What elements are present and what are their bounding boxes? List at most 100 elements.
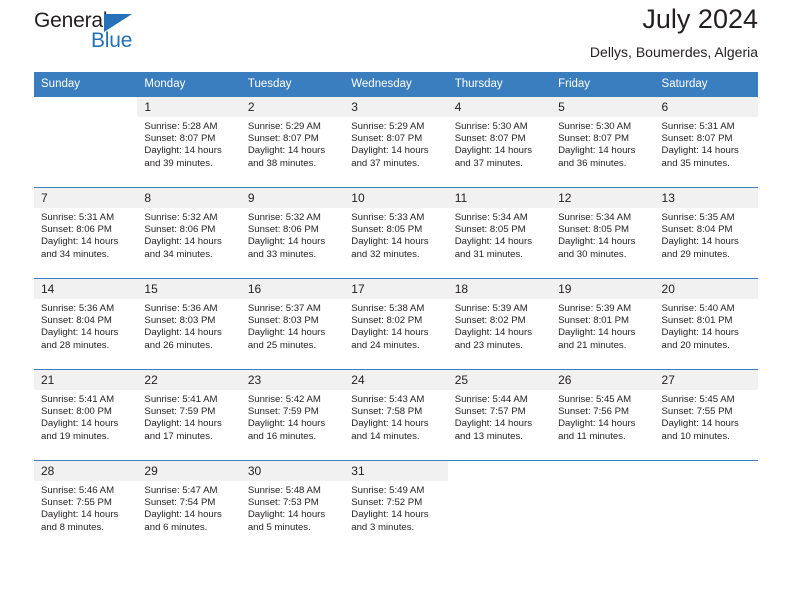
day-number: 5 [551,97,655,117]
day-cell-inner: 22 Sunrise: 5:41 AM Sunset: 7:59 PM Dayligh… [137,370,241,460]
day-sun-info: Sunrise: 5:34 AM Sunset: 8:05 PM Daylight:… [551,208,654,261]
day-number: 22 [137,370,241,390]
day-cell-inner: 17 Sunrise: 5:38 AM Sunset: 8:02 PM Dayligh… [344,279,448,369]
sunset-text: Sunset: 8:00 PM [41,406,112,418]
day-number: 25 [447,370,552,390]
calendar-day-cell[interactable]: 8 Sunrise: 5:32 AM Sunset: 8:06 PM Daylight… [137,187,241,279]
daylight-text-line2: and 34 minutes. [144,248,213,260]
daylight-text-line2: and 29 minutes. [661,248,730,260]
daylight-text-line2: and 14 minutes. [351,430,420,442]
day-cell-inner: 4 Sunrise: 5:30 AM Sunset: 8:07 PM Daylight… [447,97,552,187]
calendar-day-cell[interactable]: 16 Sunrise: 5:37 AM Sunset: 8:03 PM Dayligh… [240,278,345,370]
day-sun-info: Sunrise: 5:49 AM Sunset: 7:52 PM Daylight:… [344,481,447,534]
sunset-text: Sunset: 8:03 PM [144,315,216,327]
sunset-text: Sunset: 8:02 PM [454,315,526,327]
sunset-text: Sunset: 8:04 PM [41,315,112,327]
weekday-header-thursday: Thursday [447,72,552,97]
daylight-text-line2: and 37 minutes. [454,157,523,169]
calendar-day-cell[interactable]: 9 Sunrise: 5:32 AM Sunset: 8:06 PM Daylight… [240,187,345,279]
day-sun-info: Sunrise: 5:29 AM Sunset: 8:07 PM Daylight:… [241,117,344,170]
daylight-text-line1: Daylight: 14 hours [351,509,429,521]
calendar-day-cell[interactable]: 10 Sunrise: 5:33 AM Sunset: 8:05 PM Dayligh… [344,187,448,279]
daylight-text-line1: Daylight: 14 hours [661,145,739,157]
calendar-day-cell[interactable]: 18 Sunrise: 5:39 AM Sunset: 8:02 PM Dayligh… [447,278,552,370]
sunset-text: Sunset: 8:06 PM [144,224,216,236]
page-header: General Blue July 2024 Dellys, Boumerdes… [34,0,758,72]
calendar-day-cell[interactable]: 7 Sunrise: 5:31 AM Sunset: 8:06 PM Daylight… [34,187,138,279]
calendar-day-cell[interactable]: 23 Sunrise: 5:42 AM Sunset: 7:59 PM Dayligh… [240,369,345,461]
day-sun-info: Sunrise: 5:30 AM Sunset: 8:07 PM Daylight:… [448,117,551,170]
calendar-week-row: 21 Sunrise: 5:41 AM Sunset: 8:00 PM Dayligh… [34,369,758,461]
title-block: July 2024 Dellys, Boumerdes, Algeria [590,2,758,62]
calendar-day-cell[interactable]: 20 Sunrise: 5:40 AM Sunset: 8:01 PM Dayligh… [654,278,758,370]
day-number: 28 [34,461,138,481]
daylight-text-line2: and 38 minutes. [247,157,317,169]
day-cell-inner: 28 Sunrise: 5:46 AM Sunset: 7:55 PM Dayligh… [34,461,138,551]
calendar-day-cell[interactable]: 14 Sunrise: 5:36 AM Sunset: 8:04 PM Dayligh… [34,278,138,370]
weekday-header-monday: Monday [137,72,241,97]
calendar-day-cell[interactable]: 11 Sunrise: 5:34 AM Sunset: 8:05 PM Dayligh… [447,187,552,279]
day-number: 12 [551,188,655,208]
calendar-day-cell[interactable]: 15 Sunrise: 5:36 AM Sunset: 8:03 PM Dayligh… [137,278,241,370]
day-sun-info: Sunrise: 5:39 AM Sunset: 8:01 PM Daylight:… [551,299,654,352]
sunset-text: Sunset: 8:07 PM [247,133,319,145]
day-number: 8 [137,188,241,208]
daylight-text-line1: Daylight: 14 hours [351,236,429,248]
daylight-text-line1: Daylight: 14 hours [247,236,326,248]
day-cell-inner: 23 Sunrise: 5:42 AM Sunset: 7:59 PM Dayligh… [240,370,345,460]
calendar-day-cell[interactable]: 21 Sunrise: 5:41 AM Sunset: 8:00 PM Dayligh… [34,369,138,461]
sunset-text: Sunset: 7:53 PM [247,497,319,509]
calendar-day-cell[interactable]: 30 Sunrise: 5:48 AM Sunset: 7:53 PM Dayligh… [240,460,345,551]
calendar-day-cell[interactable]: 26 Sunrise: 5:45 AM Sunset: 7:56 PM Dayligh… [551,369,655,461]
daylight-text-line2: and 28 minutes. [41,339,110,351]
calendar-day-cell[interactable]: 2 Sunrise: 5:29 AM Sunset: 8:07 PM Daylight… [240,96,345,188]
sunrise-text: Sunrise: 5:35 AM [661,212,735,223]
daylight-text-line1: Daylight: 14 hours [247,418,326,430]
calendar-day-cell[interactable]: 3 Sunrise: 5:29 AM Sunset: 8:07 PM Daylight… [344,96,448,188]
calendar-day-cell[interactable]: 25 Sunrise: 5:44 AM Sunset: 7:57 PM Dayligh… [447,369,552,461]
daylight-text-line2: and 16 minutes. [247,430,317,442]
daylight-text-line2: and 17 minutes. [144,430,213,442]
calendar-day-cell[interactable]: 27 Sunrise: 5:45 AM Sunset: 7:55 PM Dayligh… [654,369,758,461]
calendar-day-cell[interactable]: 13 Sunrise: 5:35 AM Sunset: 8:04 PM Dayligh… [654,187,758,279]
calendar-day-cell[interactable]: 6 Sunrise: 5:31 AM Sunset: 8:07 PM Daylight… [654,96,758,188]
day-number: 4 [447,97,552,117]
day-number: 11 [447,188,552,208]
day-cell-inner: 11 Sunrise: 5:34 AM Sunset: 8:05 PM Dayligh… [447,188,552,278]
sunrise-text: Sunrise: 5:37 AM [247,303,321,314]
day-cell-inner: 1 Sunrise: 5:28 AM Sunset: 8:07 PM Daylight… [137,97,241,187]
calendar-day-cell[interactable]: 17 Sunrise: 5:38 AM Sunset: 8:02 PM Dayligh… [344,278,448,370]
day-sun-info: Sunrise: 5:29 AM Sunset: 8:07 PM Daylight:… [344,117,447,170]
calendar-cell-empty [654,460,758,551]
sunrise-text: Sunrise: 5:42 AM [247,394,321,405]
day-cell-inner [654,461,758,551]
calendar-day-cell[interactable]: 19 Sunrise: 5:39 AM Sunset: 8:01 PM Dayligh… [551,278,655,370]
sunset-text: Sunset: 8:07 PM [661,133,733,145]
daylight-text-line1: Daylight: 14 hours [247,327,326,339]
calendar-day-cell[interactable]: 24 Sunrise: 5:43 AM Sunset: 7:58 PM Dayligh… [344,369,448,461]
calendar-day-cell[interactable]: 5 Sunrise: 5:30 AM Sunset: 8:07 PM Daylight… [551,96,655,188]
daylight-text-line2: and 36 minutes. [558,157,627,169]
day-sun-info: Sunrise: 5:31 AM Sunset: 8:07 PM Daylight:… [655,117,758,170]
sunset-text: Sunset: 8:01 PM [661,315,733,327]
general-blue-logo[interactable]: General Blue [34,9,159,55]
daylight-text-line2: and 35 minutes. [661,157,730,169]
calendar-day-cell[interactable]: 29 Sunrise: 5:47 AM Sunset: 7:54 PM Dayligh… [137,460,241,551]
daylight-text-line2: and 6 minutes. [144,521,208,533]
calendar-day-cell[interactable]: 31 Sunrise: 5:49 AM Sunset: 7:52 PM Dayligh… [344,460,448,551]
day-sun-info: Sunrise: 5:35 AM Sunset: 8:04 PM Daylight:… [655,208,758,261]
sunrise-text: Sunrise: 5:34 AM [454,212,528,223]
day-number [654,461,758,481]
weekday-header-tuesday: Tuesday [240,72,345,97]
day-sun-info: Sunrise: 5:47 AM Sunset: 7:54 PM Daylight:… [137,481,240,534]
calendar-day-cell[interactable]: 4 Sunrise: 5:30 AM Sunset: 8:07 PM Daylight… [447,96,552,188]
calendar-day-cell[interactable]: 28 Sunrise: 5:46 AM Sunset: 7:55 PM Dayligh… [34,460,138,551]
daylight-text-line1: Daylight: 14 hours [41,509,119,521]
calendar-day-cell[interactable]: 1 Sunrise: 5:28 AM Sunset: 8:07 PM Daylight… [137,96,241,188]
daylight-text-line2: and 33 minutes. [247,248,317,260]
daylight-text-line1: Daylight: 14 hours [558,145,636,157]
daylight-text-line1: Daylight: 14 hours [41,418,119,430]
calendar-day-cell[interactable]: 12 Sunrise: 5:34 AM Sunset: 8:05 PM Dayligh… [551,187,655,279]
calendar-day-cell[interactable]: 22 Sunrise: 5:41 AM Sunset: 7:59 PM Dayligh… [137,369,241,461]
calendar-body: 1 Sunrise: 5:28 AM Sunset: 8:07 PM Daylight… [34,96,758,551]
